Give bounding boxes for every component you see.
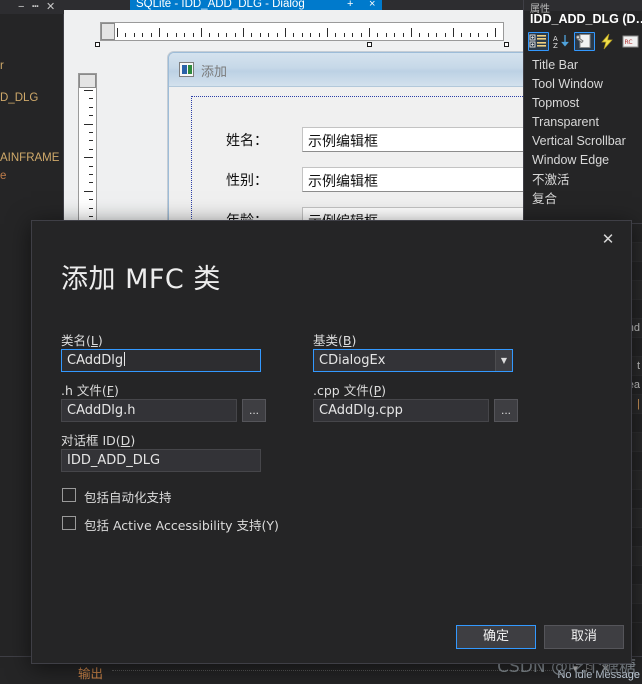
base-class-combobox[interactable]: CDialogEx ▼ — [313, 349, 513, 372]
tab-close-icon[interactable]: × — [369, 0, 375, 10]
h-file-input-value: CAddDlg.h — [67, 403, 136, 418]
prop-item-vertical-scrollbar[interactable]: Vertical Scrollbar — [524, 132, 642, 151]
mfc-row-name[interactable]: 姓名： 示例编辑框 — [226, 127, 523, 153]
prop-grid-value: | — [637, 398, 640, 410]
close-icon[interactable]: ✕ — [46, 0, 55, 14]
mfc-row-gender[interactable]: 性别： 示例编辑框 — [226, 167, 523, 193]
selection-handle-top-center[interactable] — [367, 42, 372, 47]
output-drag-dots — [112, 670, 554, 671]
cpp-file-input[interactable]: CAddDlg.cpp — [313, 399, 489, 422]
mfc-edit-name[interactable]: 示例编辑框 — [302, 127, 523, 152]
h-file-label-key: F — [106, 383, 114, 398]
dialog-id-label-post: ) — [130, 433, 136, 448]
automation-support-label: 包括自动化支持 — [84, 490, 172, 505]
prop-item-window-edge[interactable]: Window Edge — [524, 151, 642, 170]
h-file-label: .h 文件(F) — [61, 380, 119, 399]
status-no-idle-message: No Idle Message — [557, 669, 640, 681]
selection-handle-top-right[interactable] — [504, 42, 509, 47]
class-name-label-pre: 类名( — [61, 333, 91, 348]
events-lightning-icon[interactable] — [597, 32, 618, 51]
class-name-label: 类名(L) — [61, 330, 103, 349]
categorized-icon[interactable] — [528, 32, 549, 51]
messages-icon[interactable]: RC — [620, 32, 641, 51]
cancel-button[interactable]: 取消 — [544, 625, 624, 649]
alphabetical-sort-icon[interactable]: A Z — [551, 32, 572, 51]
properties-item-list: Title Bar Tool Window Topmost Transparen… — [524, 56, 642, 208]
ruler-v-thumb[interactable] — [79, 74, 96, 88]
properties-target-title: IDD_ADD_DLG (D… — [530, 12, 642, 26]
properties-toolbar: A Z RC — [528, 31, 642, 53]
svg-text:Z: Z — [553, 42, 558, 50]
active-accessibility-checkbox[interactable] — [62, 516, 76, 530]
class-name-label-key: L — [90, 333, 98, 348]
dialog-id-input-value: IDD_ADD_DLG — [67, 453, 161, 468]
app-icon — [179, 62, 194, 77]
prop-item-tool-window[interactable]: Tool Window — [524, 75, 642, 94]
active-accessibility-label: 包括 Active Accessibility 支持(Y) — [84, 518, 279, 533]
dialog-id-label-key: D — [120, 433, 131, 448]
h-file-browse-button[interactable]: ... — [242, 399, 266, 422]
dialog-id-label-pre: 对话框 ID( — [61, 433, 121, 448]
new-tab-icon[interactable]: + — [347, 0, 353, 10]
properties-page-icon[interactable] — [574, 32, 595, 51]
class-name-label-post: ) — [97, 333, 103, 348]
cpp-file-label-post: ) — [381, 383, 387, 398]
base-class-label-pre: 基类( — [313, 333, 343, 348]
minimize-icon[interactable]: − — [18, 0, 24, 14]
tree-fragment-idd-add-dlg[interactable]: D_DLG — [0, 92, 38, 104]
prop-item-title-bar[interactable]: Title Bar — [524, 56, 642, 75]
svg-text:RC: RC — [625, 39, 633, 46]
close-icon[interactable]: ✕ — [595, 229, 621, 251]
prop-item-transparent[interactable]: Transparent — [524, 113, 642, 132]
left-panel-toolbar: − ┅ ✕ — [0, 0, 64, 14]
mfc-dialog-title: 添加 — [201, 65, 228, 80]
add-mfc-class-dialog[interactable]: ✕ 添加 MFC 类 类名(L) CAddDlg 基类(B) CDialogEx… — [31, 220, 632, 664]
mfc-label-gender: 性别： — [226, 173, 268, 189]
mfc-edit-gender[interactable]: 示例编辑框 — [302, 167, 523, 192]
dialog-id-label: 对话框 ID(D) — [61, 430, 135, 449]
cpp-file-label-pre: .cpp 文件( — [313, 383, 374, 398]
prop-item-inactive[interactable]: 不激活 — [524, 170, 642, 189]
cpp-file-browse-button[interactable]: ... — [494, 399, 518, 422]
cpp-file-label: .cpp 文件(P) — [313, 380, 386, 399]
page-title: 添加 MFC 类 — [61, 264, 221, 295]
output-panel-label: 输出 — [78, 666, 104, 681]
properties-panel-tab[interactable]: 属性 — [524, 0, 642, 15]
base-class-value: CDialogEx — [319, 353, 386, 368]
prop-item-composite[interactable]: 复合 — [524, 189, 642, 208]
tree-fragment-r[interactable]: r — [0, 60, 4, 72]
tree-fragment-mainframe[interactable]: AINFRAME — [0, 152, 59, 164]
base-class-label-post: ) — [351, 333, 357, 348]
dialog-id-input[interactable]: IDD_ADD_DLG — [61, 449, 261, 472]
ok-button[interactable]: 确定 — [456, 625, 536, 649]
vertical-ruler — [78, 73, 97, 239]
automation-support-checkbox[interactable] — [62, 488, 76, 502]
cpp-file-label-key: P — [373, 383, 382, 398]
class-name-input-value: CAddDlg — [67, 353, 124, 368]
mfc-edit-name-text: 示例编辑框 — [308, 134, 378, 150]
pin-icon[interactable]: ┅ — [32, 0, 39, 14]
tree-fragment-e[interactable]: e — [0, 170, 6, 182]
ruler-h-thumb[interactable] — [101, 23, 115, 40]
h-file-label-post: ) — [113, 383, 119, 398]
h-file-label-pre: .h 文件( — [61, 383, 107, 398]
text-caret — [124, 352, 126, 366]
mfc-label-name: 姓名： — [226, 133, 268, 149]
cpp-file-input-value: CAddDlg.cpp — [319, 403, 403, 418]
prop-item-topmost[interactable]: Topmost — [524, 94, 642, 113]
screen-root: − ┅ ✕ r D_DLG AINFRAME e SQLite - IDD_AD… — [0, 0, 642, 684]
h-file-input[interactable]: CAddDlg.h — [61, 399, 237, 422]
chevron-down-icon[interactable]: ▼ — [495, 350, 512, 371]
tab-idd-add-dlg-dialog[interactable]: SQLite - IDD_ADD_DLG - Dialog — [130, 0, 382, 10]
mfc-edit-gender-text: 示例编辑框 — [308, 174, 378, 190]
prop-grid-value: t — [636, 360, 640, 372]
editor-tab-strip: SQLite - IDD_ADD_DLG - Dialog + × — [64, 0, 524, 10]
mfc-dialog-titlebar: 添加 ⌧ — [169, 53, 523, 87]
class-name-input[interactable]: CAddDlg — [61, 349, 261, 372]
base-class-label: 基类(B) — [313, 330, 356, 349]
horizontal-ruler — [100, 22, 504, 41]
selection-handle-top-left[interactable] — [95, 42, 100, 47]
